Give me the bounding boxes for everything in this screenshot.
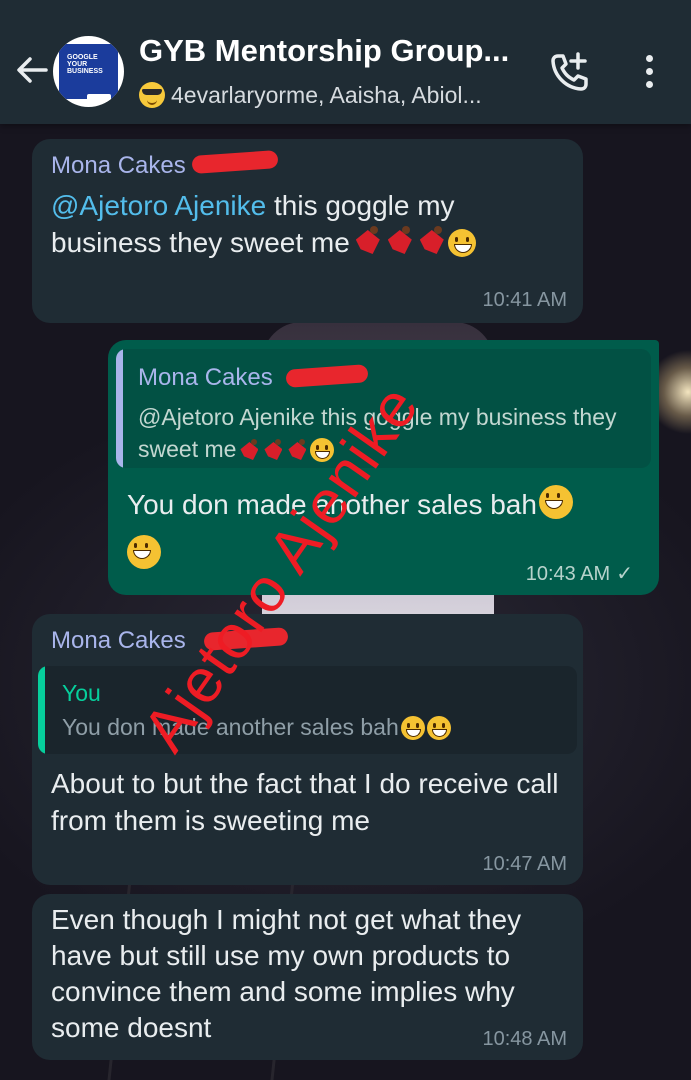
dancer-emoji-icon <box>286 439 308 463</box>
message-text: @Ajetoro Ajenike this goggle my business… <box>51 187 571 261</box>
sunglasses-emoji-icon <box>139 82 165 108</box>
dancer-emoji-icon <box>416 226 446 258</box>
back-arrow-icon <box>17 57 48 83</box>
avatar-badge <box>87 94 111 102</box>
quote-body: You don made another sales bah <box>62 714 399 740</box>
phone-add-icon <box>551 52 588 91</box>
dancer-emoji-icon <box>238 439 260 463</box>
quote-sender: Mona Cakes <box>138 364 273 391</box>
dancer-emoji-icon <box>352 226 382 258</box>
quote-bar <box>116 349 123 468</box>
message-text: Even though I might not get what they ha… <box>51 904 522 1043</box>
message-time: 10:48 AM <box>482 1028 567 1050</box>
dancer-emoji-icon <box>384 226 414 258</box>
grinning-emoji-icon <box>400 716 425 740</box>
message-sender[interactable]: Mona Cakes <box>51 152 186 180</box>
redaction-mark <box>191 150 279 174</box>
message-text: About to but the fact that I do receive … <box>51 768 559 836</box>
grinning-emoji-icon <box>447 229 476 257</box>
more-options-button[interactable] <box>636 52 662 92</box>
message-sender[interactable]: Mona Cakes <box>51 627 186 655</box>
message-time: 10:47 AM <box>482 853 567 875</box>
add-call-button[interactable] <box>548 50 592 94</box>
message-time: 10:41 AM <box>482 289 567 311</box>
message-time: 10:43 AM ✓ <box>526 561 633 586</box>
sent-check-icon: ✓ <box>616 563 633 585</box>
redaction-mark <box>285 364 369 388</box>
grinning-emoji-icon <box>538 485 573 519</box>
group-members[interactable]: 4evarlaryorme, Aaisha, Abiol... <box>139 82 534 109</box>
message-bubble-incoming[interactable]: Mona Cakes @Ajetoro Ajenike this goggle … <box>32 139 583 323</box>
quote-sender: You <box>62 680 101 706</box>
message-bubble-incoming[interactable]: Mona Cakes You You don made another sale… <box>32 614 583 885</box>
menu-dot-icon <box>645 81 653 88</box>
mention-link[interactable]: @Ajetoro Ajenike <box>51 190 266 221</box>
message-time-text: 10:43 AM <box>525 563 611 585</box>
quoted-message[interactable]: You You don made another sales bah <box>38 666 577 754</box>
chat-header: GOOGLE YOUR BUSINESS GYB Mentorship Grou… <box>0 0 691 124</box>
menu-dot-icon <box>645 55 653 62</box>
grinning-emoji-icon <box>127 535 161 569</box>
group-avatar[interactable]: GOOGLE YOUR BUSINESS <box>53 36 124 107</box>
menu-dot-icon <box>645 68 653 75</box>
avatar-image: GOOGLE YOUR BUSINESS <box>59 44 118 102</box>
quote-bar <box>38 666 45 754</box>
back-button[interactable] <box>12 50 52 90</box>
group-title[interactable]: GYB Mentorship Group... <box>139 33 534 69</box>
avatar-logo-text: GOOGLE YOUR BUSINESS <box>67 54 103 75</box>
group-members-text: 4evarlaryorme, Aaisha, Abiol... <box>171 82 482 108</box>
dancer-emoji-icon <box>262 439 284 463</box>
message-bubble-incoming[interactable]: Even though I might not get what they ha… <box>32 894 583 1060</box>
grinning-emoji-icon <box>426 716 451 740</box>
